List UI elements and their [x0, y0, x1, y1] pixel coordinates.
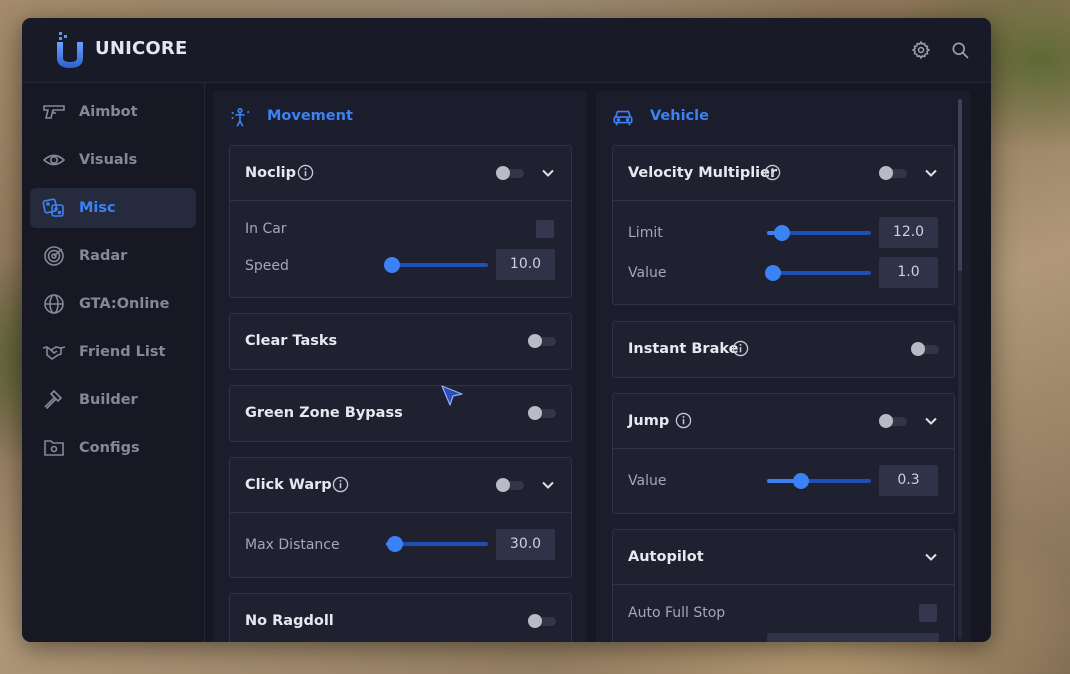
info-icon[interactable] — [764, 164, 781, 181]
info-icon[interactable] — [732, 340, 749, 357]
auto-full-stop-checkbox[interactable] — [919, 604, 937, 622]
app-window: UNICORE Aimbot Visuals Misc Radar GTA:On… — [22, 18, 991, 642]
jump-value-slider[interactable] — [767, 472, 871, 490]
card-title: Click Warp — [245, 477, 332, 493]
auto-full-stop-label: Auto Full Stop — [628, 605, 726, 621]
column-title: Movement — [267, 108, 353, 124]
header: UNICORE — [22, 18, 991, 83]
in-car-checkbox[interactable] — [536, 220, 554, 238]
column-title: Vehicle — [650, 108, 709, 124]
globe-icon — [44, 294, 64, 314]
sidebar-item-configs[interactable]: Configs — [30, 428, 196, 468]
radar-icon — [44, 246, 64, 266]
jump-card: Jump Value 0.3 — [612, 393, 955, 514]
unicore-logo-icon — [57, 32, 83, 68]
max-distance-value[interactable]: 30.0 — [496, 529, 555, 560]
movement-column: Movement Noclip In Car Speed 10.0 Clear … — [213, 91, 587, 642]
sidebar-item-radar[interactable]: Radar — [30, 236, 196, 276]
sidebar-item-visuals[interactable]: Visuals — [30, 140, 196, 180]
sidebar-item-label: Misc — [79, 200, 116, 216]
click-warp-toggle[interactable] — [496, 478, 524, 492]
chevron-down-icon[interactable] — [923, 413, 939, 429]
no-ragdoll-card: No Ragdoll — [229, 593, 572, 642]
content-area: Movement Noclip In Car Speed 10.0 Clear … — [205, 83, 991, 642]
chevron-down-icon[interactable] — [923, 165, 939, 181]
value-value[interactable]: 1.0 — [879, 257, 938, 288]
autopilot-partial-control[interactable] — [767, 633, 939, 642]
sidebar-item-builder[interactable]: Builder — [30, 380, 196, 420]
velocity-multiplier-card: Velocity Multiplier Limit 12.0 Value 1.0 — [612, 145, 955, 305]
sidebar: Aimbot Visuals Misc Radar GTA:Online Fri… — [22, 83, 205, 642]
noclip-card: Noclip In Car Speed 10.0 — [229, 145, 572, 298]
search-icon[interactable] — [950, 40, 970, 60]
sidebar-item-label: GTA:Online — [79, 296, 170, 312]
sidebar-item-label: Visuals — [79, 152, 138, 168]
speed-slider[interactable] — [384, 256, 488, 274]
info-icon[interactable] — [297, 164, 314, 181]
value-slider[interactable] — [765, 264, 871, 282]
limit-label: Limit — [628, 225, 663, 241]
limit-slider[interactable] — [767, 224, 871, 242]
dice-icon — [42, 198, 64, 217]
sidebar-item-misc[interactable]: Misc — [30, 188, 196, 228]
max-distance-slider[interactable] — [386, 535, 488, 553]
car-icon — [613, 110, 633, 126]
jump-value[interactable]: 0.3 — [879, 465, 938, 496]
handshake-icon — [42, 346, 66, 360]
folder-gear-icon — [44, 440, 64, 456]
no-ragdoll-toggle[interactable] — [528, 614, 556, 628]
sidebar-item-aimbot[interactable]: Aimbot — [30, 92, 196, 132]
green-zone-bypass-card: Green Zone Bypass — [229, 385, 572, 442]
sidebar-item-gta-online[interactable]: GTA:Online — [30, 284, 196, 324]
card-title: Velocity Multiplier — [628, 165, 778, 181]
sidebar-item-label: Radar — [79, 248, 128, 264]
app-title: UNICORE — [95, 38, 188, 59]
limit-value[interactable]: 12.0 — [879, 217, 938, 248]
jump-toggle[interactable] — [879, 414, 907, 428]
scroll-thumb[interactable] — [958, 99, 962, 271]
card-title: Instant Brake — [628, 341, 739, 357]
in-car-label: In Car — [245, 221, 287, 237]
vehicle-column: Vehicle Velocity Multiplier Limit 12.0 V… — [596, 91, 970, 642]
value-label: Value — [628, 473, 667, 489]
sidebar-item-label: Configs — [79, 440, 140, 456]
instant-brake-toggle[interactable] — [911, 342, 939, 356]
instant-brake-card: Instant Brake — [612, 321, 955, 378]
sidebar-item-label: Friend List — [79, 344, 166, 360]
speed-value[interactable]: 10.0 — [496, 249, 555, 280]
chevron-down-icon[interactable] — [923, 549, 939, 565]
speed-label: Speed — [245, 258, 289, 274]
sidebar-item-label: Builder — [79, 392, 138, 408]
person-jump-icon — [231, 108, 250, 127]
gear-icon[interactable] — [911, 40, 931, 60]
eye-icon — [42, 154, 66, 166]
scrollbar[interactable] — [958, 99, 962, 639]
card-title: Clear Tasks — [245, 333, 338, 349]
card-title: Noclip — [245, 165, 297, 181]
chevron-down-icon[interactable] — [540, 477, 556, 493]
clear-tasks-toggle[interactable] — [528, 334, 556, 348]
card-title: No Ragdoll — [245, 613, 334, 629]
green-zone-bypass-toggle[interactable] — [528, 406, 556, 420]
max-distance-label: Max Distance — [245, 537, 340, 553]
velocity-multiplier-toggle[interactable] — [879, 166, 907, 180]
info-icon[interactable] — [332, 476, 349, 493]
chevron-down-icon[interactable] — [540, 165, 556, 181]
value-label: Value — [628, 265, 667, 281]
card-title: Autopilot — [628, 549, 704, 565]
autopilot-card: Autopilot Auto Full Stop — [612, 529, 955, 642]
info-icon[interactable] — [675, 412, 692, 429]
clear-tasks-card: Clear Tasks — [229, 313, 572, 370]
sidebar-item-label: Aimbot — [79, 104, 138, 120]
card-title: Green Zone Bypass — [245, 405, 403, 421]
mouse-cursor-icon — [441, 385, 463, 406]
card-title: Jump — [628, 413, 670, 429]
click-warp-card: Click Warp Max Distance 30.0 — [229, 457, 572, 578]
pistol-icon — [43, 105, 65, 119]
sidebar-item-friend-list[interactable]: Friend List — [30, 332, 196, 372]
hammer-icon — [44, 389, 63, 410]
noclip-toggle[interactable] — [496, 166, 524, 180]
